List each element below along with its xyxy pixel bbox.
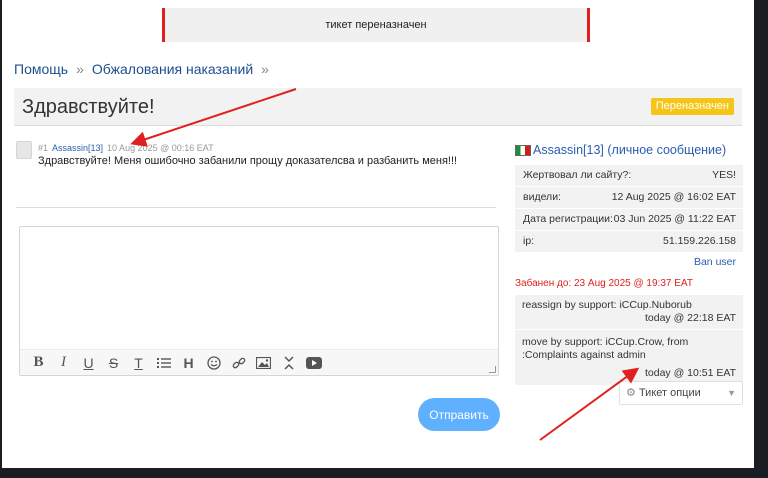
reply-textarea[interactable] — [20, 227, 498, 351]
ticket-page: тикет переназначен Помощь » Обжалования на… — [2, 0, 754, 468]
strikethrough-icon[interactable]: S — [101, 353, 126, 373]
breadcrumb-help-link[interactable]: Помощь — [14, 61, 68, 77]
sidebar-user-link[interactable]: Assassin[13] — [533, 143, 604, 157]
emoji-icon[interactable] — [201, 353, 226, 373]
breadcrumb-separator: » — [261, 61, 269, 77]
info-value: 12 Aug 2025 @ 16:02 EAT — [611, 191, 736, 203]
info-label: Дата регистрации: — [523, 213, 613, 225]
resize-handle[interactable] — [489, 366, 496, 373]
sidebar-user-header: Assassin[13] (личное сообщение) — [515, 141, 743, 159]
info-value: 51.159.226.158 — [663, 235, 736, 247]
info-row-ip: ip: 51.159.226.158 — [515, 231, 743, 252]
chevron-down-icon: ▼ — [727, 388, 736, 398]
info-value: YES! — [712, 169, 736, 181]
ticket-options-label: Тикет опции — [638, 387, 701, 399]
italic-icon[interactable]: I — [51, 353, 76, 373]
breadcrumb-separator: » — [76, 61, 84, 77]
breadcrumb: Помощь » Обжалования наказаний » — [14, 61, 277, 77]
notice-banner: тикет переназначен — [162, 8, 590, 42]
link-icon[interactable] — [226, 353, 251, 373]
text-format-icon[interactable]: T — [126, 353, 151, 373]
post-date: 10 Aug 2025 @ 00:16 EAT — [107, 143, 214, 153]
user-sidebar: Assassin[13] (личное сообщение) Жертвова… — [515, 141, 743, 385]
log-text: reassign by support: iCCup.Nuborub — [522, 299, 692, 311]
info-row-last-seen: видели: 12 Aug 2025 @ 16:02 EAT — [515, 187, 743, 208]
page-title: Здравствуйте! — [22, 96, 155, 118]
log-text: move by support: iCCup.Crow, from :Compl… — [522, 336, 689, 361]
info-label: видели: — [523, 191, 561, 203]
list-icon[interactable] — [151, 353, 176, 373]
avatar — [16, 141, 32, 159]
bold-icon[interactable]: B — [26, 353, 51, 373]
post-author-link[interactable]: Assassin[13] — [52, 143, 103, 153]
heading-icon[interactable]: H — [176, 353, 201, 373]
info-row-donated: Жертвовал ли сайту?: YES! — [515, 165, 743, 186]
gear-icon: ⚙ — [626, 387, 636, 399]
image-icon[interactable] — [251, 353, 276, 373]
log-time: today @ 10:51 EAT — [644, 367, 736, 379]
editor-toolbar: B I U S T H — [20, 349, 498, 375]
post-meta: #1 Assassin[13] 10 Aug 2025 @ 00:16 EAT — [38, 143, 214, 153]
info-row-registered: Дата регистрации: 03 Jun 2025 @ 11:22 EAT — [515, 209, 743, 230]
send-button[interactable]: Отправить — [418, 398, 500, 431]
log-time: today @ 22:18 EAT — [644, 312, 736, 324]
breadcrumb-appeals-link[interactable]: Обжалования наказаний — [92, 61, 253, 77]
divider — [16, 207, 496, 208]
log-entry-reassign: reassign by support: iCCup.Nuborub today… — [515, 295, 743, 329]
private-message-link[interactable]: (личное сообщение) — [607, 143, 726, 157]
banned-until-text: Забанен до: 23 Aug 2025 @ 19:37 EAT — [515, 278, 693, 289]
info-value: 03 Jun 2025 @ 11:22 EAT — [613, 213, 736, 225]
info-label: Жертвовал ли сайту?: — [523, 169, 632, 181]
info-label: ip: — [523, 235, 535, 247]
post-body: Здравствуйте! Меня ошибочно забанили про… — [38, 155, 458, 167]
ban-user-link[interactable]: Ban user — [515, 252, 743, 273]
log-entry-move: move by support: iCCup.Crow, from :Compl… — [515, 330, 743, 385]
window-bottom-edge — [0, 468, 768, 478]
status-badge: Переназначен — [650, 98, 734, 115]
post-number: #1 — [38, 143, 49, 153]
flag-icon — [515, 145, 531, 157]
ticket-options-dropdown[interactable]: ⚙ Тикет опции ▼ — [619, 381, 743, 405]
underline-icon[interactable]: U — [76, 353, 101, 373]
code-icon[interactable] — [276, 353, 301, 373]
ticket-title-bar: Здравствуйте! Переназначен — [14, 88, 742, 126]
reply-editor: B I U S T H — [19, 226, 499, 376]
video-icon[interactable] — [301, 353, 326, 373]
